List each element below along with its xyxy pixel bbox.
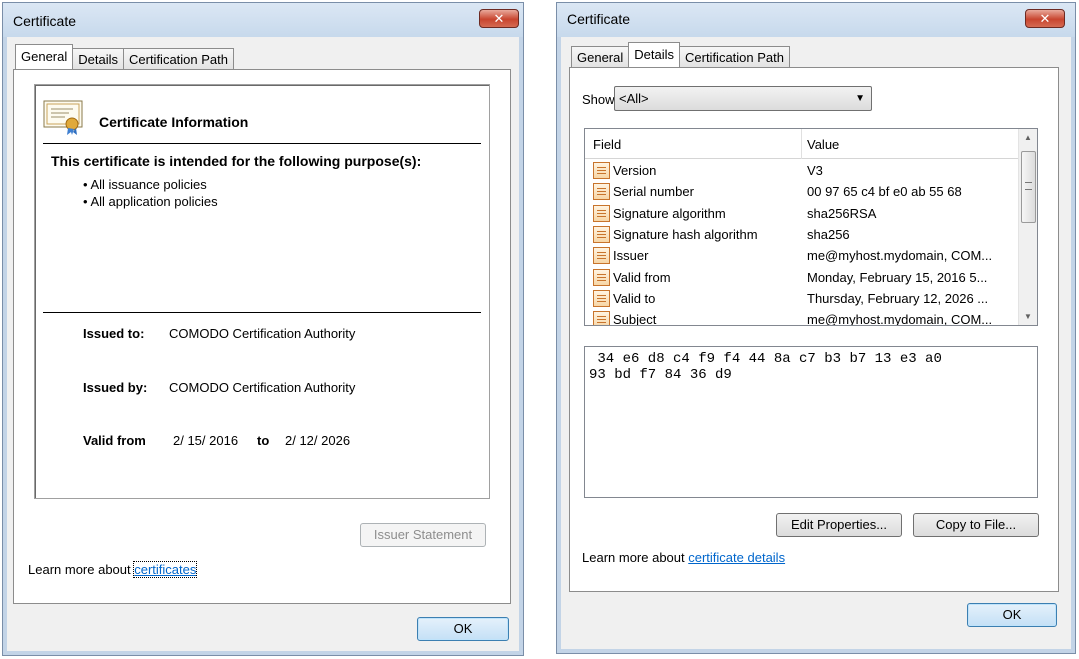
field-name: Signature algorithm (613, 206, 726, 221)
field-name: Valid to (613, 291, 656, 306)
certificate-icon (43, 99, 85, 135)
general-tab-panel: Certificate Information This certificate… (13, 69, 511, 604)
certificate-details-link[interactable]: certificate details (688, 550, 785, 565)
valid-to-label: to (257, 433, 270, 448)
tab-general[interactable]: General (571, 46, 630, 67)
field-icon (593, 162, 610, 179)
tab-certification-path[interactable]: Certification Path (679, 46, 790, 67)
issued-to-label: Issued to: (83, 326, 145, 341)
list-item[interactable]: Issuer me@myhost.mydomain, COM... (585, 245, 1019, 266)
field-name: Serial number (613, 184, 694, 199)
tab-details[interactable]: Details (628, 42, 680, 67)
field-icon (593, 205, 610, 222)
certificate-dialog-general: Certificate ✕ General Details Certificat… (2, 2, 524, 656)
close-button[interactable]: ✕ (1025, 9, 1065, 28)
field-value: V3 (807, 163, 823, 178)
field-value: Thursday, February 12, 2026 ... (807, 291, 989, 306)
divider (43, 312, 481, 313)
scrollbar-thumb[interactable] (1021, 151, 1036, 223)
field-name: Valid from (613, 270, 671, 285)
field-icon (593, 247, 610, 264)
close-button[interactable]: ✕ (479, 9, 519, 28)
purpose-heading: This certificate is intended for the fol… (51, 153, 422, 169)
tab-strip: General Details Certification Path (15, 44, 234, 69)
policy-item: • All issuance policies (83, 177, 207, 192)
chevron-down-icon: ▼ (855, 93, 865, 104)
column-separator[interactable] (801, 129, 802, 159)
vertical-scrollbar[interactable]: ▲ ▼ (1018, 129, 1037, 325)
tab-strip: General Details Certification Path (571, 42, 790, 67)
show-label: Show: (582, 92, 619, 107)
tab-certification-path[interactable]: Certification Path (123, 48, 234, 69)
field-value: 00 97 65 c4 bf e0 ab 55 68 (807, 184, 962, 199)
details-tab-panel: Show: <All> ▼ Field Value Version V3 Ser… (569, 67, 1059, 592)
field-name: Issuer (613, 248, 649, 263)
list-item[interactable]: Signature algorithm sha256RSA (585, 203, 1019, 224)
issued-to-value: COMODO Certification Authority (169, 326, 356, 341)
window-title: Certificate (567, 11, 631, 27)
edit-properties-button[interactable]: Edit Properties... (776, 513, 902, 537)
show-filter-value: <All> (619, 91, 649, 106)
field-name: Version (613, 163, 657, 178)
field-icon (593, 226, 610, 243)
issued-by-label: Issued by: (83, 380, 148, 395)
learn-more: Learn more about certificates (28, 561, 198, 578)
issued-by-value: COMODO Certification Authority (169, 380, 356, 395)
ok-button[interactable]: OK (417, 617, 509, 641)
scroll-up-arrow-icon[interactable]: ▲ (1019, 129, 1037, 146)
dialog-client-area: General Details Certification Path Certi… (9, 37, 517, 649)
certificates-link[interactable]: certificates (133, 561, 198, 578)
certificate-info-box: Certificate Information This certificate… (34, 84, 490, 499)
field-icon (593, 269, 610, 286)
divider (43, 143, 481, 144)
certificate-dialog-details: Certificate ✕ General Details Certificat… (556, 2, 1076, 654)
policy-item: • All application policies (83, 194, 218, 209)
field-value: Monday, February 15, 2016 5... (807, 270, 988, 285)
field-icon (593, 183, 610, 200)
field-value: me@myhost.mydomain, COM... (807, 312, 993, 326)
field-icon (593, 311, 610, 325)
list-item[interactable]: Valid from Monday, February 15, 2016 5..… (585, 267, 1019, 288)
list-item[interactable]: Valid to Thursday, February 12, 2026 ... (585, 288, 1019, 309)
list-item[interactable]: Serial number 00 97 65 c4 bf e0 ab 55 68 (585, 181, 1019, 202)
title-bar[interactable]: Certificate ✕ (557, 3, 1075, 37)
scroll-down-arrow-icon[interactable]: ▼ (1019, 308, 1037, 325)
learn-more-text: Learn more about (28, 562, 131, 577)
title-bar[interactable]: Certificate ✕ (3, 3, 523, 37)
dialog-client-area: General Details Certification Path Show:… (563, 37, 1069, 647)
field-value-textbox[interactable]: 34 e6 d8 c4 f9 f4 44 8a c7 b3 b7 13 e3 a… (584, 346, 1038, 498)
valid-from-value: 2/ 15/ 2016 (173, 433, 239, 448)
certificate-information-heading: Certificate Information (99, 114, 249, 130)
learn-more-text: Learn more about (582, 550, 685, 565)
field-name: Signature hash algorithm (613, 227, 758, 242)
tab-details[interactable]: Details (72, 48, 124, 69)
column-header-field[interactable]: Field (593, 137, 621, 152)
column-header-value[interactable]: Value (807, 137, 839, 152)
fields-list[interactable]: Field Value Version V3 Serial number 00 … (584, 128, 1038, 326)
field-icon (593, 290, 610, 307)
field-value: me@myhost.mydomain, COM... (807, 248, 993, 263)
valid-to-value: 2/ 12/ 2026 (285, 433, 351, 448)
learn-more: Learn more about certificate details (582, 550, 785, 565)
field-value: sha256 (807, 227, 850, 242)
tab-general[interactable]: General (15, 44, 74, 69)
grip-icon (1025, 182, 1032, 190)
ok-button[interactable]: OK (967, 603, 1057, 627)
show-filter-dropdown[interactable]: <All> ▼ (614, 86, 872, 111)
list-item[interactable]: Subject me@myhost.mydomain, COM... (585, 309, 1019, 326)
list-header: Field Value (585, 129, 1019, 159)
valid-from-label: Valid from (83, 433, 146, 448)
window-title: Certificate (13, 13, 77, 29)
field-name: Subject (613, 312, 657, 326)
list-item[interactable]: Version V3 (585, 160, 1019, 181)
list-item[interactable]: Signature hash algorithm sha256 (585, 224, 1019, 245)
copy-to-file-button[interactable]: Copy to File... (913, 513, 1039, 537)
issuer-statement-button[interactable]: Issuer Statement (360, 523, 486, 547)
field-value: sha256RSA (807, 206, 877, 221)
